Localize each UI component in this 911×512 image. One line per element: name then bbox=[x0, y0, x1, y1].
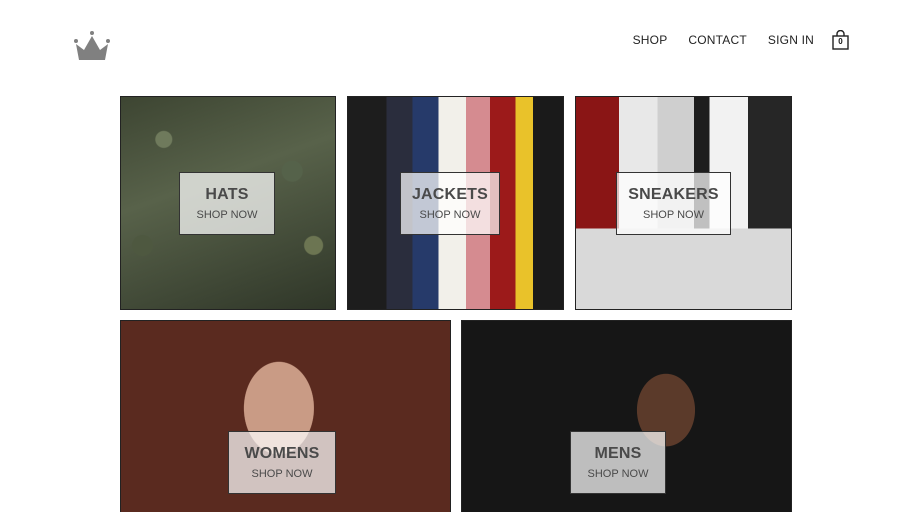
shop-now-link[interactable]: SHOP NOW bbox=[420, 208, 481, 222]
main-nav: SHOP CONTACT SIGN IN 0 bbox=[633, 30, 849, 50]
category-title: HATS bbox=[205, 186, 249, 203]
shop-now-link[interactable]: SHOP NOW bbox=[643, 208, 704, 222]
category-title: WOMENS bbox=[244, 445, 320, 462]
cart-button[interactable]: 0 bbox=[832, 30, 849, 50]
nav-shop-link[interactable]: SHOP bbox=[633, 30, 668, 50]
category-tile-womens[interactable]: WOMENS SHOP NOW bbox=[120, 320, 451, 512]
category-tile-jackets[interactable]: JACKETS SHOP NOW bbox=[347, 96, 564, 310]
nav-contact-link[interactable]: CONTACT bbox=[688, 30, 747, 50]
category-label-box: SNEAKERS SHOP NOW bbox=[616, 172, 731, 235]
shop-now-link[interactable]: SHOP NOW bbox=[588, 467, 649, 481]
cart-count: 0 bbox=[838, 37, 843, 46]
header: SHOP CONTACT SIGN IN 0 bbox=[0, 0, 911, 80]
category-title: SNEAKERS bbox=[628, 186, 719, 203]
category-title: JACKETS bbox=[411, 186, 489, 203]
category-label-box: WOMENS SHOP NOW bbox=[228, 431, 336, 494]
category-tile-mens[interactable]: MENS SHOP NOW bbox=[461, 320, 792, 512]
shop-now-link[interactable]: SHOP NOW bbox=[197, 208, 258, 222]
crown-logo-icon[interactable] bbox=[72, 28, 112, 62]
category-tile-hats[interactable]: HATS SHOP NOW bbox=[120, 96, 336, 310]
category-tile-sneakers[interactable]: SNEAKERS SHOP NOW bbox=[575, 96, 792, 310]
nav-sign-in-link[interactable]: SIGN IN bbox=[768, 30, 814, 50]
shop-now-link[interactable]: SHOP NOW bbox=[252, 467, 313, 481]
category-label-box: JACKETS SHOP NOW bbox=[400, 172, 500, 235]
category-label-box: HATS SHOP NOW bbox=[179, 172, 275, 235]
category-label-box: MENS SHOP NOW bbox=[570, 431, 666, 494]
category-title: MENS bbox=[594, 445, 642, 462]
